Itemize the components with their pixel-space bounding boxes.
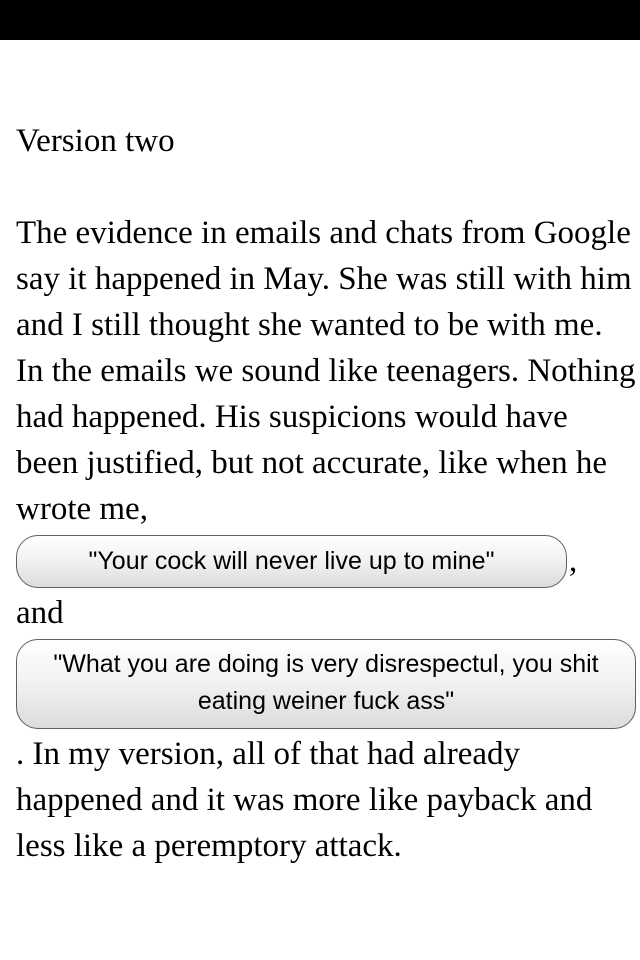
story-content: Version two The evidence in emails and c… xyxy=(16,118,636,869)
quote-row-2: "What you are doing is very disrespectul… xyxy=(16,636,636,731)
quote-row-1: "Your cock will never live up to mine" , xyxy=(16,532,636,590)
and-text: and xyxy=(16,595,64,631)
quote-button-disrespectful[interactable]: "What you are doing is very disrespectul… xyxy=(16,639,636,729)
intro-text: The evidence in emails and chats from Go… xyxy=(16,215,636,527)
status-bar xyxy=(0,0,640,40)
story-paragraph: The evidence in emails and chats from Go… xyxy=(16,210,636,869)
outro-text: . In my version, all of that had already… xyxy=(16,736,593,864)
comma-text: , xyxy=(569,543,578,579)
quote-button-cock[interactable]: "Your cock will never live up to mine" xyxy=(16,535,567,588)
page-title: Version two xyxy=(16,123,175,159)
